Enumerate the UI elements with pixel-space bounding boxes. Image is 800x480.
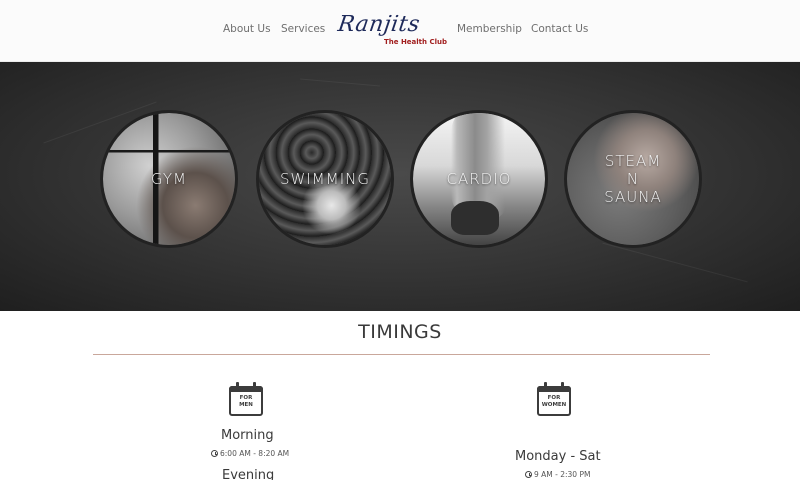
slot-heading-morning: Morning	[221, 428, 274, 443]
calendar-ring	[561, 382, 564, 390]
cardio-shoe	[451, 201, 499, 235]
logo-script-text: Ranjits	[336, 12, 422, 37]
clock-icon	[211, 450, 218, 457]
calendar-label: FOR MEN	[229, 395, 263, 408]
service-label-gym: GYM	[151, 170, 187, 188]
timings-title: TIMINGS	[358, 321, 442, 343]
service-swimming[interactable]: SWIMMING	[256, 110, 394, 248]
calendar-icon: FOR WOMEN	[537, 382, 571, 416]
label-line: STEAM	[604, 152, 662, 170]
slot-time-morning: 6:00 AM - 8:20 AM	[211, 449, 289, 458]
divider	[93, 354, 710, 355]
nav-membership[interactable]: Membership	[457, 23, 522, 35]
calendar-label: FOR WOMEN	[537, 395, 571, 408]
nav-about-us[interactable]: About Us	[223, 23, 271, 35]
calendar-bar	[537, 386, 571, 392]
nav-services[interactable]: Services	[281, 23, 325, 35]
calendar-ring	[253, 382, 256, 390]
slot-time-monday-sat: 9 AM - 2:30 PM	[525, 470, 590, 479]
site-header: About Us Services Ranjits The Health Clu…	[0, 0, 800, 62]
service-label-swimming: SWIMMING	[280, 170, 370, 188]
label-line: SAUNA	[604, 188, 662, 206]
slot-heading-evening: Evening	[222, 468, 275, 480]
service-label-steam-n-sauna: STEAM N SAUNA	[567, 152, 699, 206]
slot-time-text: 9 AM - 2:30 PM	[534, 470, 591, 479]
service-steam-n-sauna[interactable]: STEAM N SAUNA	[564, 110, 702, 248]
service-gym[interactable]: GYM	[100, 110, 238, 248]
slot-time-text: 6:00 AM - 8:20 AM	[220, 449, 290, 458]
slot-heading-monday-sat: Monday - Sat	[515, 449, 601, 464]
logo-subtitle: The Health Club	[384, 38, 447, 46]
texture-line	[602, 242, 748, 283]
calendar-label-line: WOMEN	[541, 401, 567, 408]
label-line: N	[626, 170, 640, 188]
clock-icon	[525, 471, 532, 478]
calendar-label-line: MEN	[239, 401, 253, 408]
calendar-ring	[544, 382, 547, 390]
calendar-bar	[229, 386, 263, 392]
texture-line	[300, 78, 380, 87]
calendar-icon: FOR MEN	[229, 382, 263, 416]
logo[interactable]: Ranjits The Health Club	[334, 12, 447, 50]
calendar-ring	[236, 382, 239, 390]
nav-contact-us[interactable]: Contact Us	[531, 23, 588, 35]
service-label-cardio: CARDIO	[446, 170, 512, 188]
service-cardio[interactable]: CARDIO	[410, 110, 548, 248]
services-hero: GYM SWIMMING CARDIO STEAM N SAUNA	[0, 62, 800, 311]
